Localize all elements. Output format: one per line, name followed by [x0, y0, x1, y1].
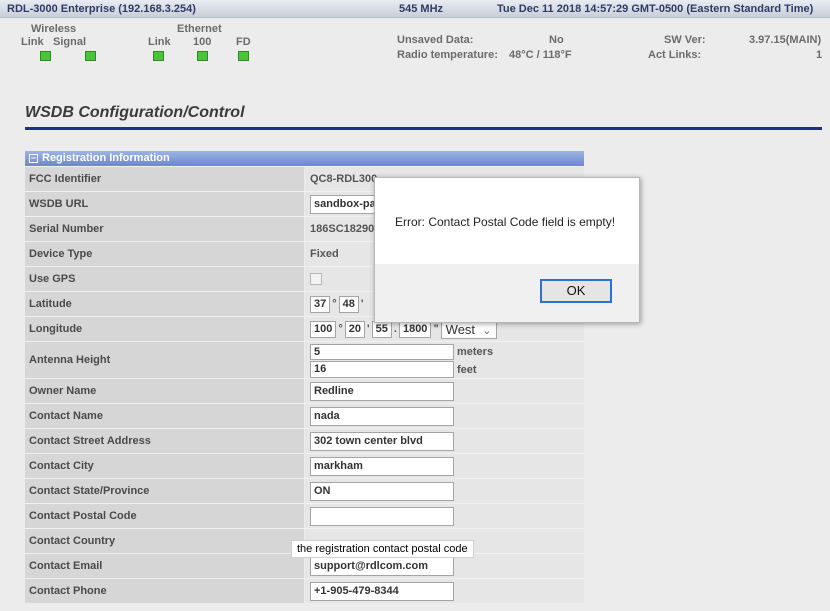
sw-version-value: 3.97.15(MAIN): [749, 34, 822, 46]
section-header-registration[interactable]: − Registration Information: [25, 151, 584, 166]
ethernet-100-led: [197, 51, 208, 61]
wireless-link-led: [40, 51, 51, 61]
feet-unit: feet: [457, 363, 477, 376]
ethernet-link-led: [153, 51, 164, 61]
contact-state-input[interactable]: ON: [310, 481, 454, 501]
frequency: 545 MHz: [399, 3, 444, 15]
latitude-degrees-input[interactable]: 37: [310, 295, 331, 313]
device-type-label: Device Type: [25, 242, 304, 266]
row-contact-state: Contact State/Province ON: [25, 478, 584, 503]
row-contact-phone: Contact Phone +1-905-479-8344: [25, 578, 584, 603]
contact-phone-input[interactable]: +1-905-479-8344: [310, 581, 454, 601]
owner-name-label: Owner Name: [25, 379, 304, 403]
row-owner-name: Owner Name Redline: [25, 378, 584, 403]
error-message: Error: Contact Postal Code field is empt…: [395, 215, 616, 229]
chevron-down-icon: ⌄: [482, 324, 492, 337]
contact-phone-label: Contact Phone: [25, 579, 304, 603]
contact-country-label: Contact Country: [25, 529, 304, 553]
ok-button[interactable]: OK: [540, 279, 612, 303]
longitude-seconds-input[interactable]: 55: [371, 320, 392, 338]
decimal-point: .: [393, 323, 397, 335]
wireless-link-label: Link: [21, 36, 44, 48]
minute-symbol: ': [360, 298, 364, 310]
minute-symbol: ': [367, 323, 370, 335]
contact-street-label: Contact Street Address: [25, 429, 304, 453]
ethernet-title: Ethernet: [177, 23, 222, 35]
status-panel: Wireless Ethernet Link Signal Link 100 F…: [0, 19, 830, 81]
row-contact-name: Contact Name nada: [25, 403, 584, 428]
unsaved-data-value: No: [549, 34, 564, 46]
active-links-value: 1: [816, 49, 823, 61]
datetime: Tue Dec 11 2018 14:57:29 GMT-0500 (Easte…: [497, 3, 814, 15]
degree-symbol: °: [332, 298, 337, 310]
ethernet-fd-led: [238, 51, 249, 61]
row-contact-street: Contact Street Address 302 town center b…: [25, 428, 584, 453]
contact-street-input[interactable]: 302 town center blvd: [310, 431, 454, 451]
device-type-value: Fixed: [310, 248, 339, 260]
degree-symbol: °: [338, 323, 343, 335]
latitude-minutes-input[interactable]: 48: [338, 295, 359, 313]
antenna-height-feet-input[interactable]: 16: [310, 361, 454, 378]
title-divider: [25, 127, 822, 130]
contact-name-input[interactable]: nada: [310, 406, 454, 426]
longitude-fraction-input[interactable]: 1800: [398, 320, 432, 338]
ethernet-link-label: Link: [148, 36, 171, 48]
ethernet-fd-label: FD: [236, 36, 251, 48]
header-bar: RDL-3000 Enterprise (192.168.3.254) 545 …: [0, 0, 830, 18]
row-antenna-height: Antenna Height 5 meters 16 feet: [25, 341, 584, 378]
ethernet-100-label: 100: [193, 36, 212, 48]
contact-postal-input[interactable]: [310, 506, 454, 526]
wireless-title: Wireless: [31, 23, 77, 35]
page-title: WSDB Configuration/Control: [25, 104, 245, 121]
error-dialog: Error: Contact Postal Code field is empt…: [374, 177, 640, 323]
serial-number-label: Serial Number: [25, 217, 304, 241]
contact-city-label: Contact City: [25, 454, 304, 478]
hemisphere-value: West: [445, 321, 476, 337]
active-links-label: Act Links:: [648, 49, 702, 61]
device-title: RDL-3000 Enterprise (192.168.3.254): [7, 3, 196, 15]
contact-city-input[interactable]: markham: [310, 456, 454, 476]
row-contact-city: Contact City markham: [25, 453, 584, 478]
longitude-degrees-input[interactable]: 100: [310, 320, 337, 338]
postal-code-tooltip: the registration contact postal code: [291, 540, 474, 558]
antenna-height-meters-input[interactable]: 5: [310, 344, 454, 360]
section-title: Registration Information: [42, 152, 170, 164]
fcc-identifier-value: QC8-RDL300: [310, 173, 378, 185]
radio-temperature-label: Radio temperature:: [397, 49, 498, 61]
serial-number-value: 186SC18290: [310, 223, 375, 235]
contact-name-label: Contact Name: [25, 404, 304, 428]
unsaved-data-label: Unsaved Data:: [397, 34, 474, 46]
fcc-identifier-label: FCC Identifier: [25, 167, 304, 191]
sw-version-label: SW Ver:: [664, 34, 706, 46]
row-contact-postal: Contact Postal Code: [25, 503, 584, 528]
radio-temperature-value: 48°C / 118°F: [509, 49, 572, 61]
collapse-icon[interactable]: −: [29, 154, 38, 163]
contact-email-input[interactable]: support@rdlcom.com: [310, 556, 454, 576]
wireless-signal-led: [85, 51, 96, 61]
contact-postal-label: Contact Postal Code: [25, 504, 304, 528]
wsdb-url-label: WSDB URL: [25, 192, 304, 216]
wireless-signal-label: Signal: [53, 36, 87, 48]
contact-state-label: Contact State/Province: [25, 479, 304, 503]
longitude-label: Longitude: [25, 317, 304, 341]
second-symbol: ": [433, 323, 439, 335]
owner-name-input[interactable]: Redline: [310, 381, 454, 401]
dialog-footer: OK: [375, 264, 639, 322]
latitude-label: Latitude: [25, 292, 304, 316]
longitude-minutes-input[interactable]: 20: [344, 320, 366, 338]
antenna-height-label: Antenna Height: [25, 342, 304, 378]
use-gps-checkbox[interactable]: [310, 273, 322, 285]
meters-unit: meters: [457, 346, 494, 358]
contact-email-label: Contact Email: [25, 554, 304, 578]
use-gps-label: Use GPS: [25, 267, 304, 291]
